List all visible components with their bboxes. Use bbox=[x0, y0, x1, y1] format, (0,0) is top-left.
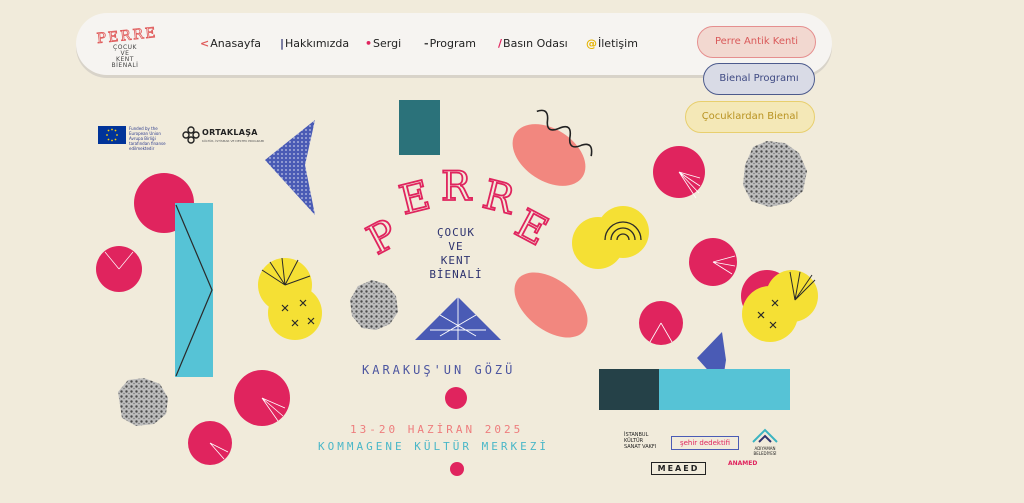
mosaic-shape bbox=[118, 378, 168, 426]
adiyaman-logo-icon bbox=[752, 428, 778, 443]
hero-subtitle-line: ÇOCUK bbox=[436, 226, 476, 239]
anamed-logo: ANAMED bbox=[728, 460, 758, 467]
hero-subtitle: ÇOCUK VE KENT BİENALİ bbox=[418, 226, 494, 282]
adiyaman-logo-text: ADIYAMAN BELEDİYESİ bbox=[753, 446, 777, 456]
salmon-oval-shape bbox=[514, 272, 588, 338]
yellow-magenta-circles-shape bbox=[741, 270, 818, 342]
blue-kite-center-shape bbox=[415, 297, 501, 340]
mosaic-shape bbox=[350, 280, 398, 330]
magenta-dot-shape bbox=[445, 387, 467, 409]
magenta-dot-shape bbox=[450, 462, 464, 476]
hero-subtitle-line: KENT bbox=[440, 254, 472, 267]
stone-relief-shape bbox=[743, 141, 807, 207]
hero-subtitle-line: VE bbox=[448, 240, 464, 253]
blue-kite-shape bbox=[265, 120, 315, 215]
cyan-bar-shape bbox=[175, 203, 213, 377]
svg-text:R: R bbox=[478, 172, 520, 224]
svg-text:P: P bbox=[360, 211, 405, 264]
hero-subtitle-line: BİENALİ bbox=[429, 268, 483, 281]
svg-text:E: E bbox=[508, 201, 555, 255]
magenta-circle-shape bbox=[653, 146, 705, 199]
istanbul-vakfi-logo: İSTANBUL KÜLTÜR SANAT VAKFI bbox=[624, 432, 657, 450]
hero-dates: 13-20 HAZİRAN 2025 bbox=[350, 423, 524, 436]
yellow-arc-circle-shape bbox=[572, 206, 649, 269]
hero-theme: KARAKUŞ'UN GÖZÜ bbox=[362, 363, 516, 377]
cyan-horizontal-bar-shape bbox=[599, 369, 790, 410]
svg-text:E: E bbox=[395, 172, 434, 224]
teal-square-shape bbox=[399, 100, 440, 155]
svg-text:R: R bbox=[441, 164, 473, 210]
mead-logo: MEAED bbox=[651, 462, 706, 475]
hero-venue: KOMMAGENE KÜLTÜR MERKEZİ bbox=[318, 440, 549, 453]
sehir-dedektifi-logo: şehir dedektifi bbox=[671, 436, 739, 450]
yellow-circles-shape bbox=[258, 257, 322, 340]
